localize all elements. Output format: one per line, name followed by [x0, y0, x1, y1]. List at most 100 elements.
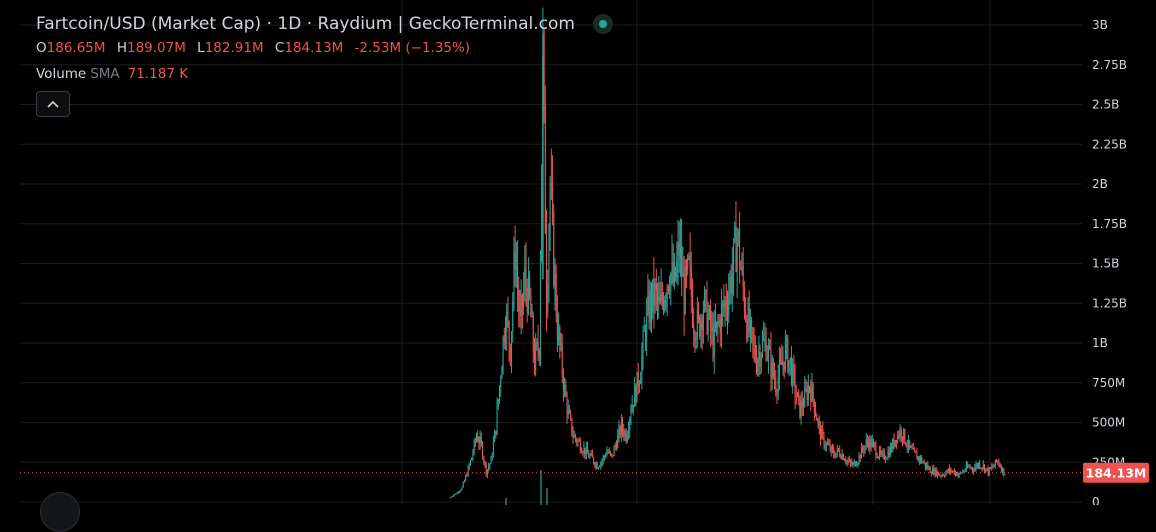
- candle-body: [763, 339, 765, 341]
- candle-body: [999, 464, 1001, 467]
- candle-body: [998, 460, 1000, 465]
- candle-body: [657, 290, 659, 301]
- candle-body: [612, 454, 614, 456]
- candle-body: [708, 308, 710, 316]
- candle-body: [658, 296, 660, 301]
- candle-body: [618, 427, 620, 436]
- candle-body: [564, 384, 566, 391]
- candle-body: [455, 493, 457, 495]
- candle-body: [500, 379, 502, 386]
- candle-body: [911, 447, 913, 450]
- candle-body: [589, 455, 591, 458]
- candle-body: [854, 461, 856, 466]
- candle-body: [483, 457, 485, 462]
- candle-body: [806, 389, 808, 401]
- candle-body: [672, 261, 674, 283]
- candle-body: [681, 246, 683, 277]
- candle-body: [838, 448, 839, 451]
- candle-body: [857, 462, 859, 465]
- candle-body: [660, 292, 662, 304]
- candle-body: [485, 463, 487, 476]
- candle-body: [904, 429, 906, 444]
- candle-body: [640, 378, 642, 384]
- candle-body: [768, 347, 770, 358]
- candle-body: [950, 467, 952, 472]
- candle-body: [888, 451, 890, 457]
- candle-body: [449, 497, 451, 499]
- volume-readout: Volume SMA 71.187 K: [36, 66, 613, 86]
- candle-body: [587, 447, 589, 454]
- candle-body: [847, 460, 849, 462]
- y-axis-tick-label: 2.75B: [1092, 58, 1127, 72]
- candle-body: [552, 185, 554, 211]
- candle-body: [752, 328, 754, 342]
- candle-body: [816, 415, 818, 421]
- candle-body: [693, 324, 695, 334]
- candle-body: [933, 468, 935, 475]
- candle-body: [860, 447, 862, 459]
- candle-body: [792, 364, 794, 384]
- candle-body: [571, 418, 573, 435]
- candle-body: [554, 273, 556, 286]
- candle-body: [918, 456, 920, 461]
- candle-body: [506, 311, 508, 332]
- scroll-to-realtime-button[interactable]: [40, 492, 80, 532]
- change-value: -2.53M (−1.35%): [354, 40, 471, 56]
- candle-body: [953, 470, 955, 475]
- candle-body: [733, 239, 735, 273]
- candle-body: [459, 491, 461, 493]
- candle-body: [579, 441, 581, 452]
- candle-body: [636, 371, 638, 403]
- candle-body: [574, 435, 576, 439]
- candle-body: [912, 448, 914, 450]
- candle-body: [747, 307, 749, 339]
- candle-body: [515, 267, 517, 269]
- candle-body: [655, 283, 657, 291]
- y-axis-tick-label: 2B: [1092, 177, 1108, 191]
- candle-body: [602, 456, 604, 462]
- candle-body: [630, 412, 632, 419]
- candle-body: [975, 464, 977, 468]
- candle-body: [969, 466, 971, 468]
- candle-body: [689, 256, 691, 267]
- candle-body: [839, 450, 841, 456]
- candle-body: [870, 439, 872, 448]
- candle-body: [971, 467, 973, 470]
- y-axis-tick-label: 500M: [1092, 416, 1125, 430]
- candle-body: [544, 104, 546, 234]
- candle-body: [556, 315, 558, 341]
- candle-body: [647, 295, 649, 311]
- candle-body: [467, 466, 469, 477]
- candle-body: [945, 472, 947, 476]
- candle-body: [994, 459, 996, 466]
- candle-body: [862, 447, 864, 450]
- candle-body: [769, 347, 771, 350]
- candle-body: [868, 441, 870, 449]
- candle-body: [730, 277, 732, 294]
- candle-body: [830, 446, 832, 451]
- candle-body: [539, 261, 541, 358]
- candle-body: [514, 252, 516, 269]
- candle-body: [508, 322, 510, 345]
- candle-body: [593, 457, 595, 463]
- volume-bar: [505, 498, 507, 505]
- candle-body: [676, 260, 678, 279]
- candle-body: [673, 267, 675, 283]
- collapse-legend-button[interactable]: [36, 91, 70, 117]
- candle-body: [567, 409, 569, 415]
- candle-body: [696, 309, 698, 339]
- candle-body: [637, 371, 639, 387]
- candle-body: [858, 455, 860, 463]
- candle-body: [991, 466, 993, 469]
- candle-body: [583, 447, 585, 453]
- candle-body: [775, 380, 777, 393]
- candle-body: [926, 465, 928, 468]
- candle-body: [619, 427, 621, 436]
- candle-body: [875, 445, 877, 457]
- candle-body: [957, 474, 959, 476]
- candle-body: [548, 230, 550, 284]
- candle-body: [624, 431, 626, 437]
- candle-body: [850, 460, 852, 463]
- candle-body: [555, 273, 557, 316]
- candle-body: [710, 308, 712, 331]
